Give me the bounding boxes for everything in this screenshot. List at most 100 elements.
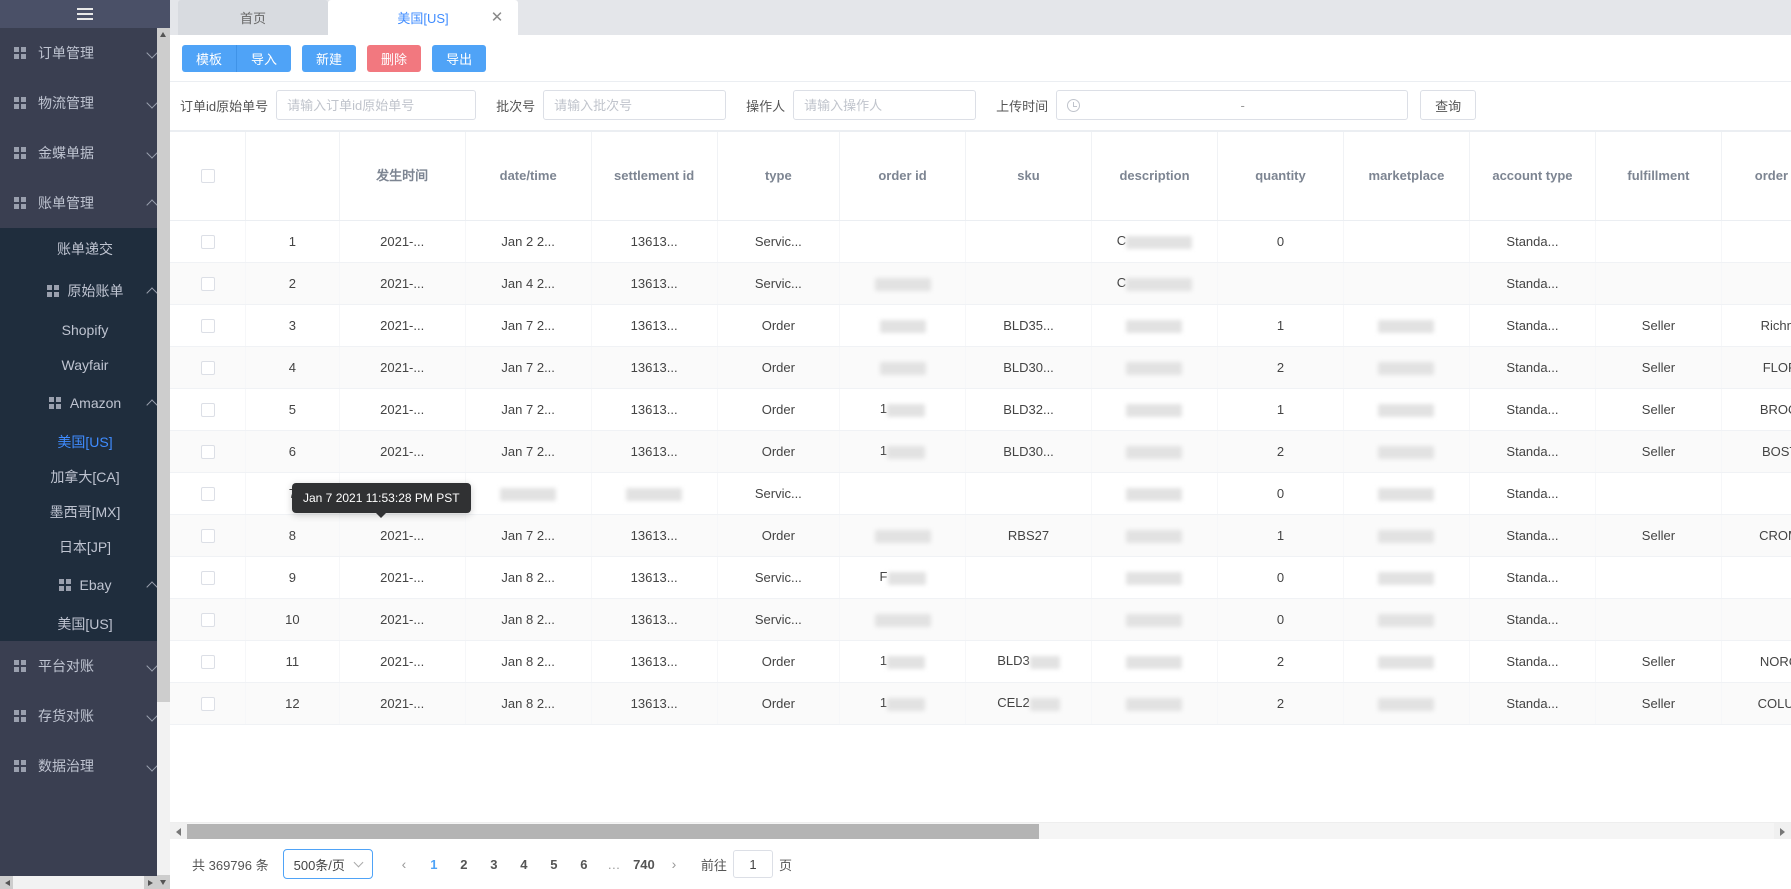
sidebar-item-label: 墨西哥[MX]	[49, 503, 121, 520]
select-all-cell[interactable]	[170, 132, 247, 221]
next-page-button[interactable]: ›	[659, 849, 689, 879]
page-button-1[interactable]: 1	[419, 849, 449, 879]
sidebar-horizontal-scrollbar[interactable]	[0, 876, 157, 889]
sidebar-item-ebay[interactable]: Ebay	[0, 564, 170, 606]
scrollbar-up-button[interactable]	[157, 28, 170, 42]
page-ellipsis[interactable]: …	[599, 849, 629, 879]
cell-datetime: Jan 8 2...	[465, 556, 592, 599]
table-row[interactable]: 2 2021-... Jan 4 2... 13613... Servic... C Sta…	[170, 262, 1791, 305]
table-row[interactable]: 5 2021-... Jan 7 2... 13613... Order 1 BLD32..…	[170, 388, 1791, 431]
batch-input[interactable]	[543, 90, 727, 120]
sidebar-item-amazon-us[interactable]: 美国[US]	[0, 424, 170, 459]
hscroll-right-button[interactable]	[1774, 823, 1791, 839]
row-checkbox-cell[interactable]	[170, 262, 247, 305]
template-button[interactable]: 模板	[182, 45, 237, 72]
sidebar-item-ebay-us[interactable]: 美国[US]	[0, 606, 170, 641]
page-button-5[interactable]: 5	[539, 849, 569, 879]
export-button[interactable]: 导出	[432, 45, 487, 72]
checkbox-icon[interactable]	[200, 612, 215, 627]
sidebar-item-kingdee-documents[interactable]: 金蝶单据	[0, 128, 170, 178]
checkbox-icon[interactable]	[200, 169, 215, 184]
checkbox-icon[interactable]	[200, 318, 215, 333]
page-button-2[interactable]: 2	[449, 849, 479, 879]
cell-account-type: Standa...	[1469, 514, 1596, 557]
close-icon[interactable]: ✕	[490, 10, 504, 25]
tab-us[interactable]: 美国[US] ✕	[328, 0, 518, 35]
hscroll-left-button[interactable]	[170, 823, 187, 839]
checkbox-icon[interactable]	[200, 528, 215, 543]
checkbox-icon[interactable]	[200, 570, 215, 585]
checkbox-icon[interactable]	[200, 360, 215, 375]
row-checkbox-cell[interactable]	[170, 640, 247, 683]
sidebar-item-amazon[interactable]: Amazon	[0, 382, 170, 424]
upload-time-label: 上传时间	[996, 98, 1049, 114]
row-checkbox-cell[interactable]	[170, 430, 247, 473]
row-checkbox-cell[interactable]	[170, 304, 247, 347]
scrollbar-left-button[interactable]	[0, 876, 13, 889]
pagination: 共 369796 条 500条/页 ‹ 1 2 3 4 5 6 … 740 › …	[170, 839, 1791, 889]
page-button-last[interactable]: 740	[629, 849, 659, 879]
checkbox-icon[interactable]	[200, 486, 215, 501]
table-row[interactable]: 11 2021-... Jan 8 2... 13613... Order 1 BLD3 2 S…	[170, 640, 1791, 683]
table-row[interactable]: 9 2021-... Jan 8 2... 13613... Servic... F 0 St…	[170, 556, 1791, 599]
sidebar-toggle-button[interactable]	[0, 0, 170, 28]
cell-fulfillment	[1595, 598, 1722, 641]
sidebar-item-amazon-jp[interactable]: 日本[JP]	[0, 529, 170, 564]
page-button-3[interactable]: 3	[479, 849, 509, 879]
sidebar-item-bill-submit[interactable]: 账单递交	[0, 228, 170, 270]
create-button[interactable]: 新建	[302, 45, 357, 72]
row-checkbox-cell[interactable]	[170, 472, 247, 515]
table-horizontal-scrollbar[interactable]	[170, 822, 1791, 839]
page-button-6[interactable]: 6	[569, 849, 599, 879]
row-checkbox-cell[interactable]	[170, 556, 247, 599]
delete-button[interactable]: 删除	[367, 45, 422, 72]
checkbox-icon[interactable]	[200, 402, 215, 417]
sidebar-item-logistics-management[interactable]: 物流管理	[0, 78, 170, 128]
row-checkbox-cell[interactable]	[170, 598, 247, 641]
checkbox-icon[interactable]	[200, 444, 215, 459]
sidebar-vertical-scrollbar[interactable]	[157, 28, 170, 889]
row-checkbox-cell[interactable]	[170, 682, 247, 725]
sidebar-item-amazon-mx[interactable]: 墨西哥[MX]	[0, 494, 170, 529]
table-row[interactable]: 4 2021-... Jan 7 2... 13613... Order BLD30...…	[170, 346, 1791, 389]
checkbox-icon[interactable]	[200, 234, 215, 249]
import-button[interactable]: 导入	[236, 45, 292, 72]
table-row[interactable]: 1 2021-... Jan 2 2... 13613... Servic... C 0 St…	[170, 220, 1791, 263]
cell-settlement-id: 13613...	[591, 682, 718, 725]
sidebar-item-data-governance[interactable]: 数据治理	[0, 741, 170, 791]
table-row[interactable]: 6 2021-... Jan 7 2... 13613... Order 1 BLD30..…	[170, 430, 1791, 473]
sidebar-item-original-bill[interactable]: 原始账单	[0, 270, 170, 312]
checkbox-icon[interactable]	[200, 276, 215, 291]
cell-description	[1091, 304, 1218, 347]
jump-page-input[interactable]	[732, 850, 773, 878]
row-checkbox-cell[interactable]	[170, 388, 247, 431]
scrollbar-down-button[interactable]	[157, 875, 170, 889]
sidebar-item-wayfair[interactable]: Wayfair	[0, 347, 170, 382]
row-checkbox-cell[interactable]	[170, 346, 247, 389]
page-size-select[interactable]: 500条/页	[282, 849, 373, 879]
page-button-4[interactable]: 4	[509, 849, 539, 879]
table-row[interactable]: 8 2021-... Jan 7 2... 13613... Order RBS27 1 St…	[170, 514, 1791, 557]
row-checkbox-cell[interactable]	[170, 514, 247, 557]
tab-home[interactable]: 首页	[178, 0, 328, 35]
sidebar-item-shopify[interactable]: Shopify	[0, 312, 170, 347]
checkbox-icon[interactable]	[200, 696, 215, 711]
checkbox-icon[interactable]	[200, 654, 215, 669]
order-id-input[interactable]	[276, 90, 477, 120]
query-button[interactable]: 查询	[1420, 90, 1477, 120]
table-row[interactable]: 3 2021-... Jan 7 2... 13613... Order BLD35...…	[170, 304, 1791, 347]
table-row[interactable]: 10 2021-... Jan 8 2... 13613... Servic... 0 St…	[170, 598, 1791, 641]
hscroll-thumb[interactable]	[187, 824, 1039, 839]
scrollbar-right-button[interactable]	[144, 876, 157, 889]
sidebar-item-order-management[interactable]: 订单管理	[0, 28, 170, 78]
prev-page-button[interactable]: ‹	[389, 849, 419, 879]
operator-input[interactable]	[793, 90, 977, 120]
upload-time-range-picker[interactable]: -	[1056, 90, 1409, 120]
sidebar-item-amazon-ca[interactable]: 加拿大[CA]	[0, 459, 170, 494]
sidebar-item-bill-management[interactable]: 账单管理	[0, 178, 170, 228]
sidebar-item-inventory-reconciliation[interactable]: 存货对账	[0, 691, 170, 741]
scrollbar-thumb[interactable]	[157, 42, 170, 702]
table-row[interactable]: 12 2021-... Jan 8 2... 13613... Order 1 CEL2 2 S…	[170, 682, 1791, 725]
sidebar-item-platform-reconciliation[interactable]: 平台对账	[0, 641, 170, 691]
row-checkbox-cell[interactable]	[170, 220, 247, 263]
